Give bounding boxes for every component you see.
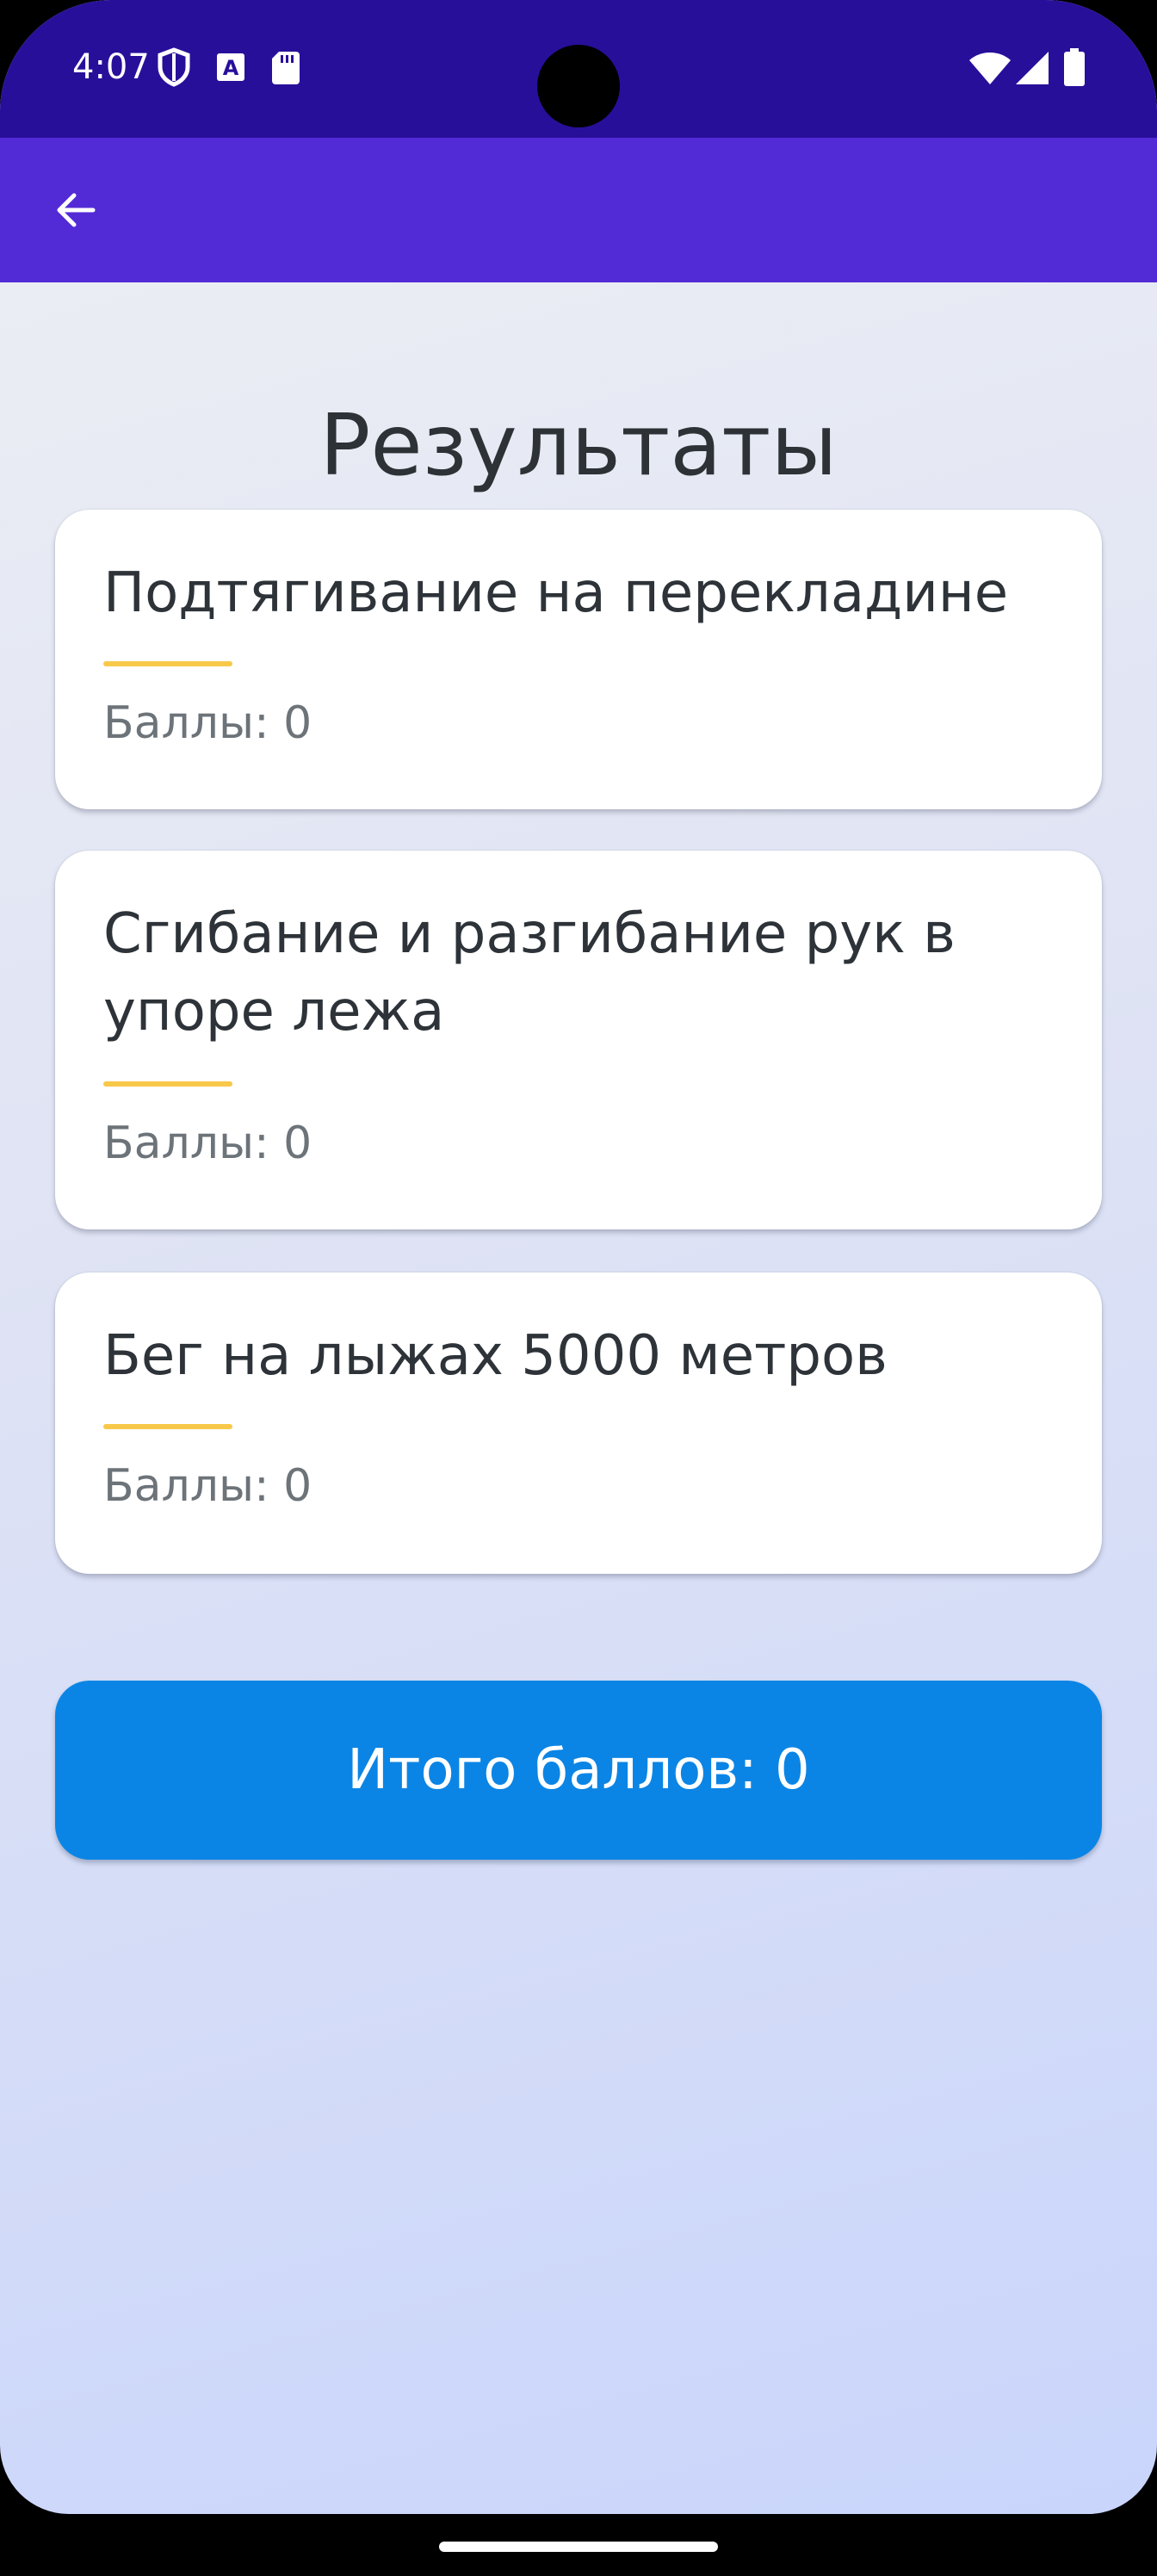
exercise-title: Бег на лыжах 5000 метров [103,1324,888,1388]
exercise-title: Сгибание и разгибание рук в упоре лежа [103,902,956,1043]
result-card[interactable]: Подтягивание на перекладине Баллы: 0 [55,510,1102,809]
shield-icon [158,47,190,87]
text-a-icon: A [217,53,244,81]
svg-text:A: A [223,56,239,80]
result-card[interactable]: Бег на лыжах 5000 метров Баллы: 0 [55,1273,1102,1574]
home-indicator[interactable] [439,2542,718,2552]
total-score-button[interactable]: Итого баллов: 0 [55,1681,1102,1860]
camera-cutout [537,45,620,127]
status-time: 4:07 [72,47,150,87]
status-bar: 4:07 A [0,0,1157,138]
signal-icon [1016,52,1049,84]
battery-icon [1064,48,1085,86]
exercise-score: Баллы: 0 [103,697,312,749]
app-bar [0,138,1157,282]
page-title: Результаты [319,396,838,495]
accent-underline [103,661,232,666]
arrow-left-icon [57,193,96,227]
exercise-title: Подтягивание на перекладине [103,561,1009,625]
accent-underline [103,1081,232,1087]
sd-card-icon [272,52,300,84]
wifi-icon [969,53,1011,84]
back-button[interactable] [34,169,117,251]
result-card[interactable]: Сгибание и разгибание рук в упоре лежа Б… [55,851,1102,1229]
exercise-score: Баллы: 0 [103,1118,312,1169]
exercise-score: Баллы: 0 [103,1460,312,1512]
accent-underline [103,1424,232,1429]
app-screen: 4:07 A Результаты Подтягивание на перекл… [0,0,1157,2514]
